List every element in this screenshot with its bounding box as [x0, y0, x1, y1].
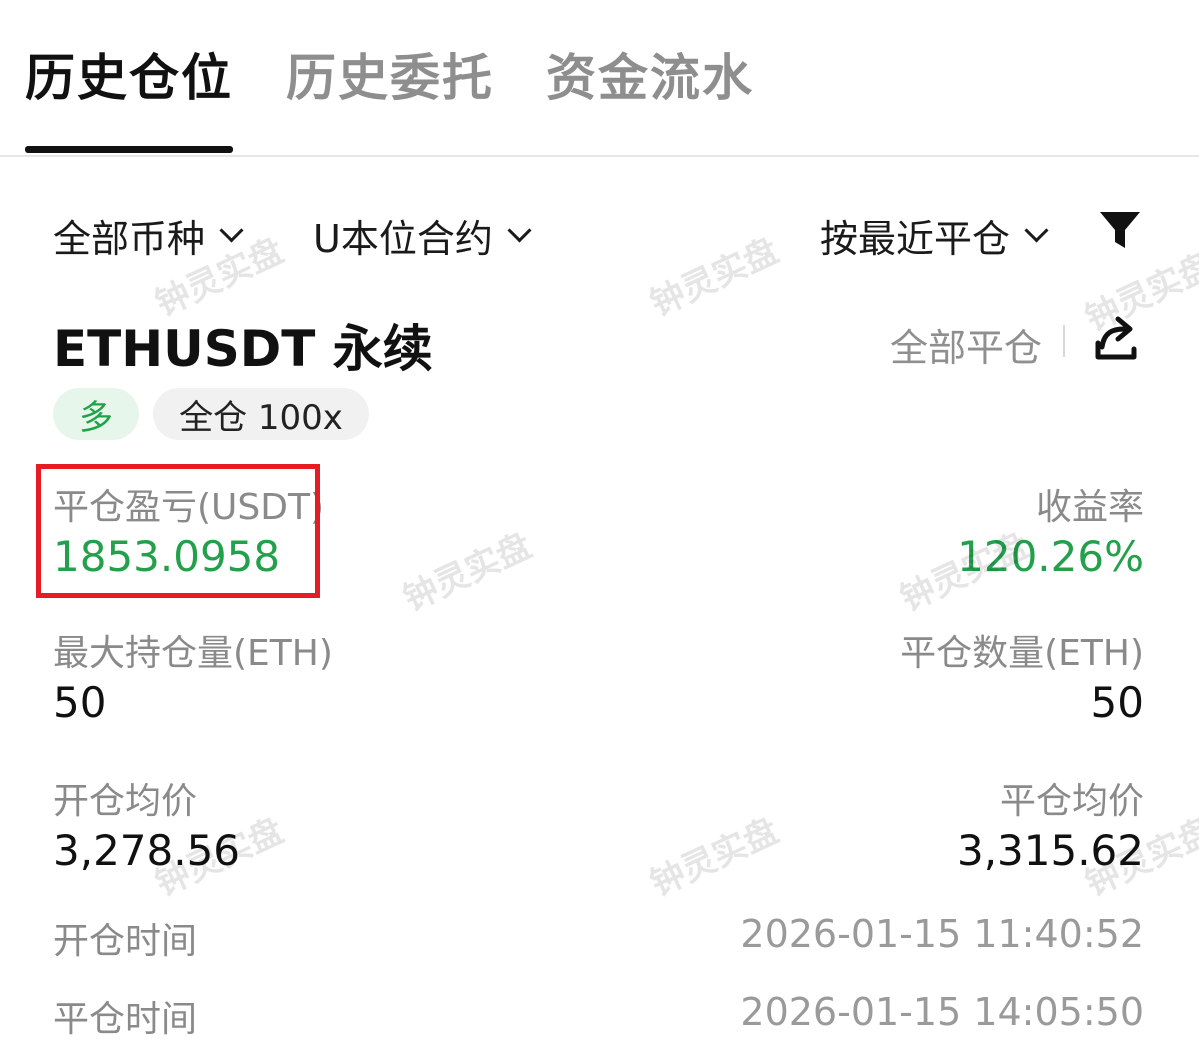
coin-filter-dropdown[interactable]: 全部币种 — [53, 208, 244, 263]
position-symbol: ETHUSDT 永续 — [53, 320, 433, 378]
chevron-down-icon — [1024, 218, 1049, 243]
margin-mode-badge: 全仓 100x — [153, 388, 369, 440]
coin-filter-label: 全部币种 — [53, 217, 206, 261]
roi-label: 收益率 — [1035, 487, 1144, 528]
active-tab-indicator — [25, 146, 233, 153]
filter-bar: 全部币种 U本位合约 按最近平仓 — [0, 200, 1199, 263]
tab-bar: 历史仓位 历史委托 资金流水 — [0, 0, 1199, 157]
close-all-button[interactable]: 全部平仓 — [890, 317, 1042, 372]
share-icon[interactable] — [1090, 313, 1142, 365]
close-price-label: 平仓均价 — [999, 781, 1144, 822]
divider — [1063, 325, 1065, 357]
contract-filter-dropdown[interactable]: U本位合约 — [313, 208, 532, 263]
close-quantity-label: 平仓数量(ETH) — [900, 633, 1144, 674]
close-price-value: 3,315.62 — [956, 826, 1144, 875]
tab-history-positions[interactable]: 历史仓位 — [25, 38, 233, 110]
close-quantity-value: 50 — [1090, 678, 1144, 727]
roi-value: 120.26% — [957, 532, 1144, 581]
contract-filter-label: U本位合约 — [313, 217, 493, 261]
funnel-icon[interactable] — [1098, 210, 1142, 250]
open-time-value: 2026-01-15 11:40:52 — [740, 912, 1144, 956]
tab-fund-flow[interactable]: 资金流水 — [546, 38, 754, 110]
sort-dropdown[interactable]: 按最近平仓 — [820, 208, 1049, 263]
close-time-label: 平仓时间 — [53, 999, 198, 1040]
position-header: ETHUSDT 永续 全部平仓 — [0, 305, 1199, 378]
pnl-highlight-box — [36, 464, 320, 598]
sort-label: 按最近平仓 — [820, 217, 1011, 261]
tab-history-orders[interactable]: 历史委托 — [286, 38, 494, 110]
open-price-label: 开仓均价 — [53, 781, 198, 822]
max-position-value: 50 — [53, 678, 107, 727]
chevron-down-icon — [507, 218, 532, 243]
max-position-label: 最大持仓量(ETH) — [53, 633, 333, 674]
close-time-value: 2026-01-15 14:05:50 — [740, 990, 1144, 1034]
chevron-down-icon — [219, 218, 244, 243]
open-price-value: 3,278.56 — [53, 826, 241, 875]
side-badge: 多 — [53, 388, 139, 440]
watermark: 钟灵实盘 — [644, 810, 785, 905]
watermark: 钟灵实盘 — [397, 525, 538, 620]
position-badges: 多 全仓 100x — [0, 388, 600, 444]
open-time-label: 开仓时间 — [53, 921, 198, 962]
